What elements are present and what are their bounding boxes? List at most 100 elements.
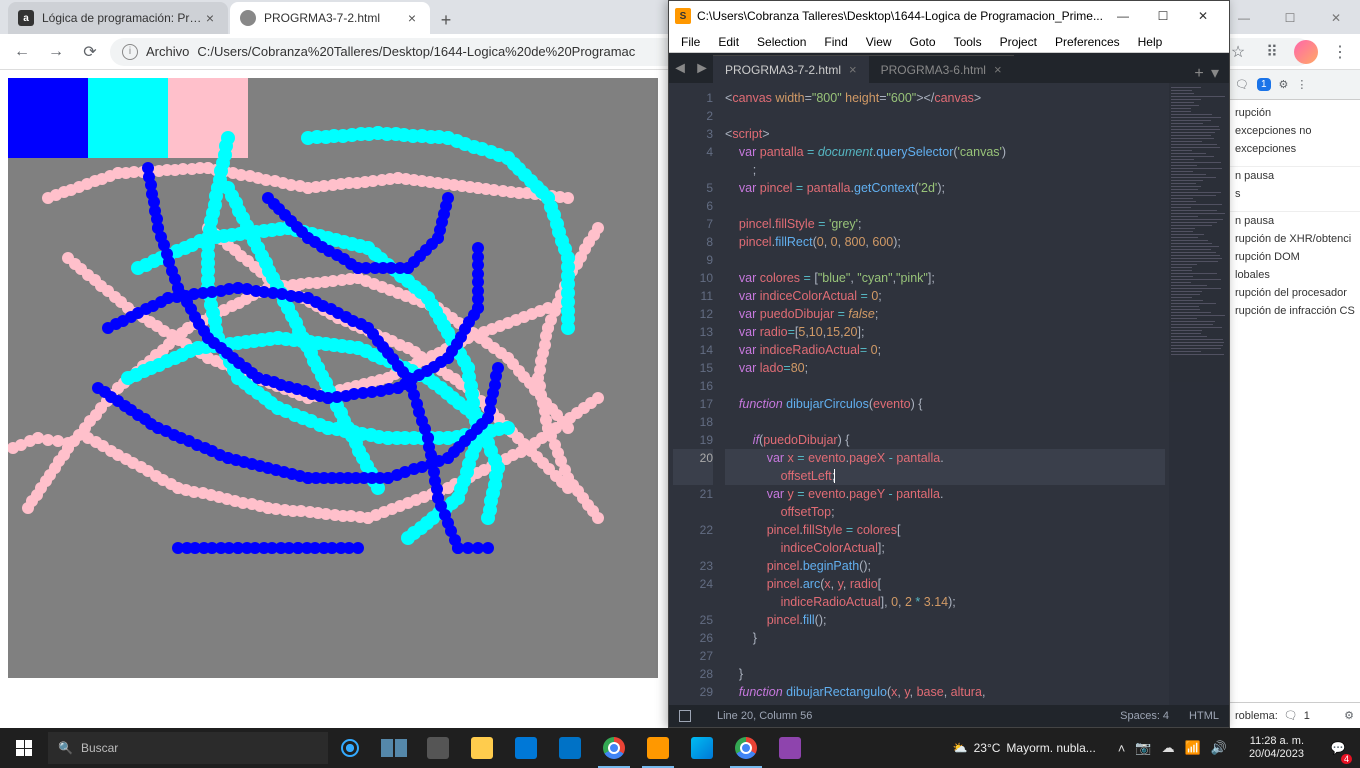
line-number[interactable]: 10	[673, 269, 713, 287]
line-number[interactable]: 25	[673, 611, 713, 629]
gear-icon[interactable]: ⚙	[1279, 78, 1289, 91]
line-number[interactable]: 27	[673, 647, 713, 665]
color-swatch-pink[interactable]	[168, 78, 248, 158]
breakpoint-row[interactable]: n pausa	[1229, 167, 1360, 185]
close-icon[interactable]: ×	[994, 62, 1002, 77]
breakpoint-row[interactable]: s	[1229, 185, 1360, 203]
menu-edit[interactable]: Edit	[710, 33, 747, 51]
action-center-button[interactable]: 💬 4	[1318, 728, 1358, 768]
line-number[interactable]: 1	[673, 89, 713, 107]
code-line[interactable]	[725, 413, 1165, 431]
code-line[interactable]: pincel.fill();	[725, 611, 1165, 629]
chevron-up-icon[interactable]: ˄	[1118, 741, 1126, 756]
line-number[interactable]: 14	[673, 341, 713, 359]
start-button[interactable]	[0, 728, 48, 768]
wifi-icon[interactable]: 📶	[1185, 740, 1201, 756]
line-number[interactable]: 6	[673, 197, 713, 215]
line-number[interactable]	[673, 593, 713, 611]
line-number[interactable]: 20	[673, 449, 713, 467]
language-mode[interactable]: HTML	[1189, 710, 1219, 722]
breakpoint-row[interactable]: excepciones no	[1229, 122, 1360, 140]
taskview-button[interactable]	[372, 728, 416, 768]
explorer-button[interactable]	[460, 728, 504, 768]
new-tab-button[interactable]: +	[432, 6, 460, 34]
app-button[interactable]	[416, 728, 460, 768]
code-line[interactable]: pincel.fillStyle = colores[	[725, 521, 1165, 539]
code-line[interactable]: }	[725, 665, 1165, 683]
maximize-button[interactable]: ☐	[1268, 4, 1312, 32]
outlook-button[interactable]	[548, 728, 592, 768]
line-number[interactable]: 28	[673, 665, 713, 683]
code-line[interactable]: pincel.fillStyle = 'grey';	[725, 215, 1165, 233]
indent-info[interactable]: Spaces: 4	[1120, 710, 1169, 722]
sublime-titlebar[interactable]: S C:\Users\Cobranza Talleres\Desktop\164…	[669, 1, 1229, 31]
code-line[interactable]	[725, 647, 1165, 665]
devtools-panel[interactable]: 🗨 1 ⚙ ⋮ rupciónexcepciones noexcepciones…	[1228, 70, 1360, 728]
line-number[interactable]: 4	[673, 143, 713, 161]
line-number[interactable]: 26	[673, 629, 713, 647]
editor-tab-inactive[interactable]: PROGRMA3-6.html ×	[869, 55, 1014, 83]
sublime-button[interactable]	[636, 728, 680, 768]
menu-selection[interactable]: Selection	[749, 33, 814, 51]
gear-icon[interactable]: ⚙	[1344, 709, 1354, 722]
breakpoint-row[interactable]: rupción	[1229, 104, 1360, 122]
close-button[interactable]: ✕	[1314, 4, 1358, 32]
system-tray[interactable]: ˄ 📷 ☁ 📶 🔊	[1110, 740, 1235, 756]
code-line[interactable]: offsetLeft;	[725, 467, 1165, 485]
messages-icon[interactable]: 🗨	[1235, 78, 1249, 91]
code-line[interactable]: pincel.fillRect(0, 0, 800, 600);	[725, 233, 1165, 251]
chrome-button[interactable]	[592, 728, 636, 768]
line-number[interactable]: 18	[673, 413, 713, 431]
chrome-tab-0[interactable]: a Lógica de programación: Practica ×	[8, 2, 228, 34]
code-line[interactable]: var lado=80;	[725, 359, 1165, 377]
code-line[interactable]	[725, 107, 1165, 125]
code-line[interactable]: if(puedoDibujar) {	[725, 431, 1165, 449]
code-line[interactable]: }	[725, 629, 1165, 647]
extensions-icon[interactable]: ⠿	[1260, 40, 1284, 64]
code-line[interactable]: function dibujarRectangulo(x, y, base, a…	[725, 683, 1165, 701]
messages-icon[interactable]: 🗨	[1284, 709, 1298, 722]
close-icon[interactable]: ×	[849, 62, 857, 77]
line-number[interactable]: 24	[673, 575, 713, 593]
code-line[interactable]: function dibujarCirculos(evento) {	[725, 395, 1165, 413]
new-tab-button[interactable]: +	[1187, 65, 1211, 83]
code-line[interactable]: indiceRadioActual], 0, 2 * 3.14);	[725, 593, 1165, 611]
close-button[interactable]: ✕	[1183, 2, 1223, 30]
minimap[interactable]	[1169, 83, 1229, 705]
line-number[interactable]: 12	[673, 305, 713, 323]
code-line[interactable]: var pantalla = document.querySelector('c…	[725, 143, 1165, 161]
tab-dropdown-icon[interactable]: ▾	[1211, 63, 1229, 83]
line-number[interactable]: 8	[673, 233, 713, 251]
line-number[interactable]: 13	[673, 323, 713, 341]
cortana-button[interactable]	[328, 728, 372, 768]
onedrive-icon[interactable]: ☁	[1162, 740, 1175, 756]
menu-help[interactable]: Help	[1130, 33, 1171, 51]
line-number[interactable]: 21	[673, 485, 713, 503]
code-line[interactable]: offsetTop;	[725, 503, 1165, 521]
breakpoint-row[interactable]: rupción de XHR/obtenci	[1229, 230, 1360, 248]
menu-find[interactable]: Find	[816, 33, 855, 51]
meet-now-icon[interactable]: 📷	[1135, 740, 1151, 756]
forward-button[interactable]: →	[42, 38, 70, 66]
volume-icon[interactable]: 🔊	[1211, 740, 1227, 756]
taskbar-clock[interactable]: 11:28 a. m. 20/04/2023	[1241, 735, 1312, 761]
code-line[interactable]: var colores = ["blue", "cyan","pink"];	[725, 269, 1165, 287]
color-swatch-cyan[interactable]	[88, 78, 168, 158]
app-button[interactable]	[768, 728, 812, 768]
code-line[interactable]	[725, 251, 1165, 269]
chrome-button-2[interactable]	[724, 728, 768, 768]
photos-button[interactable]	[680, 728, 724, 768]
menu-project[interactable]: Project	[992, 33, 1045, 51]
code-line[interactable]: <script>	[725, 125, 1165, 143]
breakpoint-row[interactable]: excepciones	[1229, 140, 1360, 158]
menu-tools[interactable]: Tools	[946, 33, 990, 51]
menu-icon[interactable]: ⋮	[1328, 40, 1352, 64]
code-line[interactable]: var indiceRadioActual= 0;	[725, 341, 1165, 359]
menu-view[interactable]: View	[858, 33, 900, 51]
taskbar-search[interactable]: 🔍 Buscar	[48, 732, 328, 764]
reload-button[interactable]: ⟳	[76, 38, 104, 66]
drawing-canvas[interactable]	[8, 78, 658, 678]
close-icon[interactable]: ×	[404, 10, 420, 26]
tab-nav-fwd[interactable]: ►	[691, 55, 713, 83]
line-number[interactable]: 15	[673, 359, 713, 377]
